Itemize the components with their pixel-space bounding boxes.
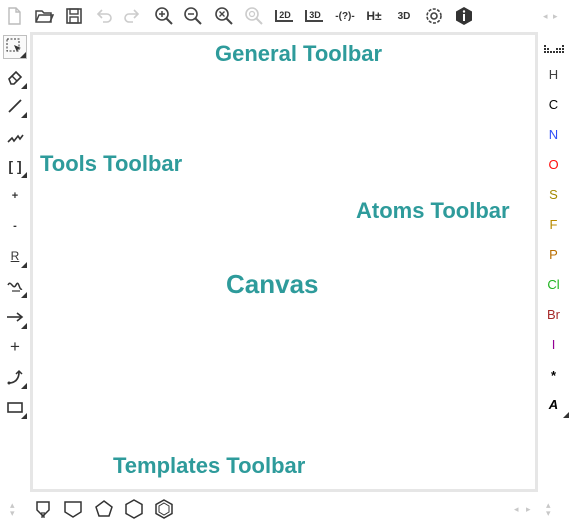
template-benzene-icon[interactable] [31,497,55,521]
undo-icon[interactable] [93,5,115,27]
reaction-arrow-tool[interactable] [3,305,27,329]
general-toolbar-label: General Toolbar [215,41,383,66]
atom-h-button[interactable]: H [538,62,569,88]
charge-plus-icon: + [11,190,19,202]
explicit-hydrogens-label: H± [366,9,382,23]
settings-icon[interactable] [423,5,445,27]
atom-cl-button[interactable]: Cl [538,272,569,298]
template-shield-icon[interactable] [61,497,85,521]
rgroup-tool[interactable]: R [3,244,27,268]
info-icon[interactable] [453,5,475,27]
save-icon[interactable] [63,5,85,27]
tools-toolbar-label: Tools Toolbar [40,151,183,176]
bond-tool[interactable] [3,94,27,118]
dropdown-corner-icon [21,383,27,389]
zoom-disabled-icon[interactable] [243,5,265,27]
general-toolbar: 2D 3D -(?)- H± 3D ◂ ▸ [0,0,569,32]
drawing-canvas[interactable] [30,32,538,492]
3d-viewer-label: 3D [397,10,411,22]
dropdown-corner-icon [21,413,27,419]
clean-2d-label: 2D [275,10,293,22]
clean-2d-icon[interactable]: 2D [273,5,295,27]
dropdown-corner-icon [21,83,27,89]
explicit-hydrogens-icon[interactable]: H± [363,5,385,27]
atom-c-button[interactable]: C [538,92,569,118]
scroll-right-arrow-icon[interactable]: ▸ [553,11,558,22]
any-atom-button[interactable]: * [538,363,569,389]
canvas-label: Canvas [226,269,319,299]
bracket-icon: [ ] [8,158,22,174]
charge-plus-tool[interactable]: + [3,184,27,208]
template-pentagon-icon[interactable] [92,497,116,521]
new-file-icon[interactable] [3,5,25,27]
dropdown-corner-icon [21,262,27,268]
charge-minus-tool[interactable]: - [3,214,27,238]
chain-tool[interactable] [3,124,27,148]
tools-toolbar: [ ] + - R + [0,32,30,494]
atom-br-button[interactable]: Br [538,302,569,328]
check-label: -(?)- [335,10,355,22]
open-folder-icon[interactable] [33,5,55,27]
rotate-tool[interactable] [3,365,27,389]
atom-n-button[interactable]: N [538,122,569,148]
clean-3d-icon[interactable]: 3D [303,5,325,27]
eraser-tool[interactable] [3,65,27,89]
scroll-down-arrow-icon[interactable]: ▾ [10,508,15,519]
template-hexagon-aromatic-icon[interactable] [152,497,176,521]
templates-toolbar: ▴ ▾ ◂ ▸ ▴ ▾ [0,494,569,524]
atoms-toolbar-label: Atoms Toolbar [356,198,510,223]
select-tool[interactable] [3,35,27,59]
dropdown-corner-icon [563,412,569,418]
scroll-left-arrow-icon[interactable]: ◂ [514,504,519,515]
dropdown-corner-icon [21,112,27,118]
bracket-tool[interactable]: [ ] [3,154,27,178]
scroll-down-arrow-icon[interactable]: ▾ [546,508,551,519]
reaction-mapping-tool[interactable] [3,274,27,298]
atom-s-button[interactable]: S [538,182,569,208]
clean-3d-label: 3D [305,10,323,22]
zoom-reset-icon[interactable] [213,5,235,27]
redo-icon[interactable] [121,5,143,27]
shape-rectangle-tool[interactable] [3,395,27,419]
chain-icon [7,134,24,143]
atom-o-button[interactable]: O [538,152,569,178]
reaction-plus-tool[interactable]: + [3,335,27,359]
periodic-table-icon[interactable] [538,34,569,60]
charge-minus-icon: - [13,220,17,232]
atom-p-button[interactable]: P [538,242,569,268]
atom-i-button[interactable]: I [538,332,569,358]
dropdown-corner-icon [20,52,26,58]
dropdown-corner-icon [21,323,27,329]
rgroup-icon: R [10,249,20,263]
template-hexagon-icon[interactable] [122,497,146,521]
scroll-left-arrow-icon[interactable]: ◂ [543,11,548,22]
dropdown-corner-icon [21,292,27,298]
templates-toolbar-label: Templates Toolbar [113,453,306,478]
atoms-toolbar: H C N O S F P Cl Br I * A [538,32,569,494]
scroll-right-arrow-icon[interactable]: ▸ [526,504,531,515]
reaction-plus-icon: + [10,337,20,356]
dropdown-corner-icon [21,172,27,178]
zoom-out-icon[interactable] [182,5,204,27]
zoom-in-icon[interactable] [153,5,175,27]
3d-viewer-icon[interactable]: 3D [393,5,415,27]
check-icon[interactable]: -(?)- [333,5,357,27]
atom-f-button[interactable]: F [538,212,569,238]
